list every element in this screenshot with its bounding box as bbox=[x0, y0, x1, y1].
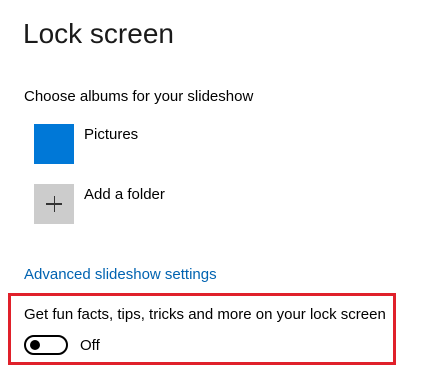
advanced-slideshow-settings-link[interactable]: Advanced slideshow settings bbox=[24, 266, 217, 283]
toggle-knob bbox=[30, 340, 40, 350]
toggle-state-label: Off bbox=[80, 337, 100, 354]
fun-facts-description: Get fun facts, tips, tricks and more on … bbox=[24, 306, 386, 323]
plus-icon bbox=[34, 184, 74, 224]
pictures-album-tile bbox=[34, 124, 74, 164]
slideshow-albums-label: Choose albums for your slideshow bbox=[24, 88, 254, 105]
add-folder-button[interactable]: Add a folder bbox=[34, 184, 334, 224]
album-item-pictures[interactable]: Pictures bbox=[34, 124, 334, 164]
album-label: Pictures bbox=[84, 126, 139, 143]
add-folder-label: Add a folder bbox=[84, 186, 165, 203]
highlight-annotation bbox=[8, 293, 396, 365]
page-title: Lock screen bbox=[23, 18, 174, 49]
fun-facts-toggle[interactable] bbox=[24, 335, 68, 355]
